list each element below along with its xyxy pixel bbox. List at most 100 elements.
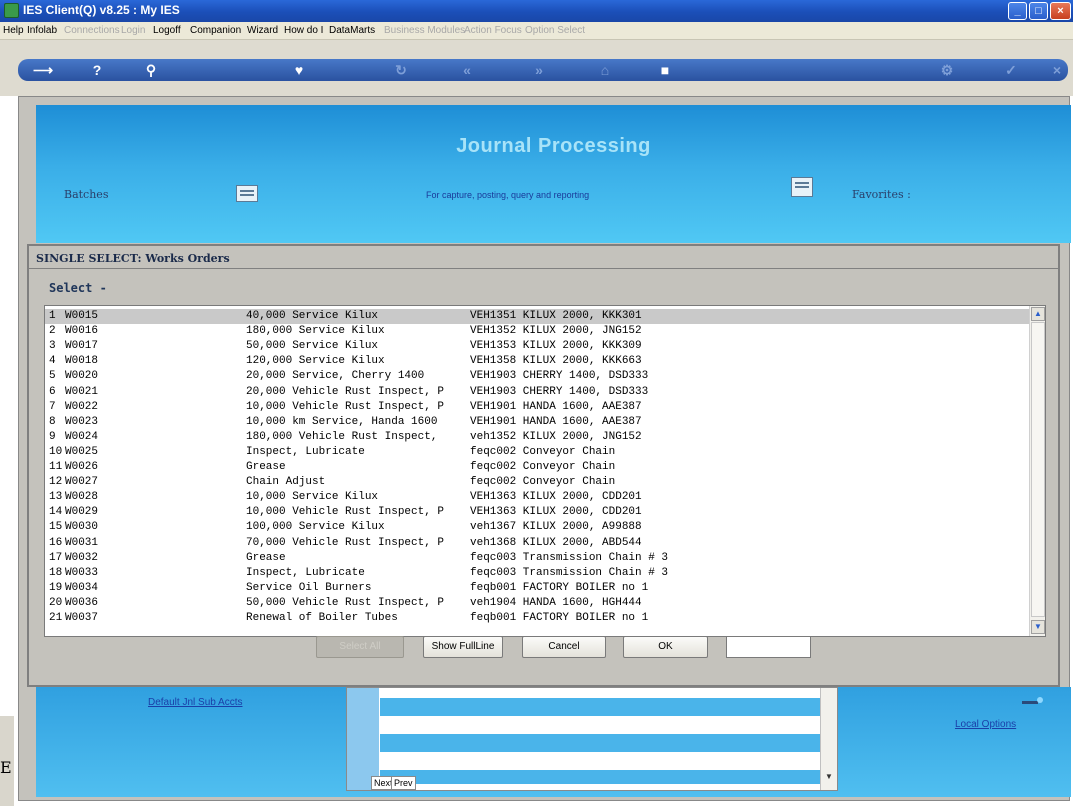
toolbar: ⟶ ? ⚲ ♥ ↻ « » ⌂ ■ ⚙ ✓ × (0, 40, 1073, 96)
works-orders-list[interactable]: 1 W0015 40,000 Service Kilux VEH1351 KILUX … (44, 305, 1046, 637)
title-bar: IES Client(Q) v8.25 : My IES _ □ × (0, 0, 1073, 22)
row-description: Inspect, Lubricate (246, 445, 365, 458)
search-icon[interactable]: ⚲ (142, 61, 160, 79)
list-item[interactable]: 14 W0029 10,000 Vehicle Rust Inspect, P VEH… (45, 505, 1030, 520)
menu-connections[interactable]: Connections (64, 25, 120, 36)
list-item[interactable]: 16 W0031 70,000 Vehicle Rust Inspect, P veh… (45, 536, 1030, 551)
row-description: 100,000 Service Kilux (246, 521, 385, 534)
select-all-button[interactable]: Select All (316, 636, 404, 658)
list-item[interactable]: 13 W0028 10,000 Service Kilux VEH1363 KILUX… (45, 490, 1030, 505)
default-jnl-sub-accts-link[interactable]: Default Jnl Sub Accts (148, 697, 243, 708)
list-item[interactable]: 9 W0024 180,000 Vehicle Rust Inspect, veh13… (45, 430, 1030, 445)
list-item[interactable]: 3 W0017 50,000 Service Kilux VEH1353 KILUX … (45, 339, 1030, 354)
row-description: 20,000 Vehicle Rust Inspect, P (246, 385, 445, 398)
row-description: 40,000 Service Kilux (246, 310, 379, 322)
row-number: 12 (49, 476, 63, 489)
row-reference: VEH1363 KILUX 2000, CDD201 (470, 491, 642, 504)
list-item[interactable]: 21 W0037 Renewal of Boiler Tubes feqb001 FA… (45, 611, 1030, 626)
local-options-icon[interactable] (1022, 696, 1044, 706)
list-item[interactable]: 12 W0027 Chain Adjust feqc002 Conveyor Chai… (45, 475, 1030, 490)
app-icon (4, 3, 19, 18)
list-item[interactable]: 6 W0021 20,000 Vehicle Rust Inspect, P VEH1… (45, 385, 1030, 400)
menu-action-focus[interactable]: Action Focus (464, 25, 522, 36)
grid-scrollbar[interactable]: ▼ (820, 688, 837, 790)
check-icon[interactable]: ✓ (1002, 61, 1020, 79)
back-icon[interactable]: « (458, 61, 476, 79)
list-item[interactable]: 2 W0016 180,000 Service Kilux VEH1352 KILUX… (45, 324, 1030, 339)
grid-left-column (347, 688, 379, 790)
row-number: 9 (49, 430, 56, 443)
forward-icon[interactable]: » (530, 61, 548, 79)
refresh-icon[interactable]: ↻ (392, 61, 410, 79)
menu-login[interactable]: Login (121, 25, 145, 36)
menu-how-do-i[interactable]: How do I (284, 25, 323, 36)
row-reference: feqb001 FACTORY BOILER no 1 (470, 612, 649, 624)
list-item[interactable]: 10 W0025 Inspect, Lubricate feqc002 Conveyo… (45, 445, 1030, 460)
row-reference: feqc003 Transmission Chain # 3 (470, 566, 669, 579)
prev-tag[interactable]: Prev (391, 776, 416, 790)
row-reference: feqc002 Conveyor Chain (470, 445, 616, 458)
list-item[interactable]: 11 W0026 Grease feqc002 Conveyor Chain (45, 460, 1030, 475)
menu-business-modules[interactable]: Business Modules (384, 25, 465, 36)
row-reference: VEH1358 KILUX 2000, KKK663 (470, 355, 642, 368)
row-code: W0030 (65, 521, 99, 534)
list-scrollbar[interactable]: ▲ ▼ (1029, 306, 1045, 636)
row-number: 2 (49, 325, 56, 338)
list-item[interactable]: 7 W0022 10,000 Vehicle Rust Inspect, P VEH1… (45, 400, 1030, 415)
home-icon[interactable]: ⌂ (596, 61, 614, 79)
list-item[interactable]: 19 W0034 Service Oil Burners feqb001 FACTOR… (45, 581, 1030, 596)
row-code: W0033 (65, 566, 99, 579)
scroll-thumb[interactable] (1031, 322, 1045, 617)
page-title: Journal Processing (456, 135, 651, 157)
sub-accounts-grid[interactable]: ▼ (346, 687, 838, 791)
list-item[interactable]: 15 W0030 100,000 Service Kilux veh1367 KILU… (45, 520, 1030, 535)
list-item[interactable]: 1 W0015 40,000 Service Kilux VEH1351 KILUX … (45, 309, 1030, 324)
scroll-down-icon[interactable]: ▼ (1031, 620, 1045, 634)
row-code: W0029 (65, 506, 99, 519)
row-reference: VEH1351 KILUX 2000, KKK301 (470, 310, 642, 322)
menu-infolab[interactable]: Infolab (27, 25, 57, 36)
favorites-label[interactable]: Favorites : (852, 188, 911, 201)
list-item[interactable]: 4 W0018 120,000 Service Kilux VEH1358 KILUX… (45, 354, 1030, 369)
value-input[interactable] (726, 636, 811, 658)
maximize-button[interactable]: □ (1029, 2, 1048, 20)
list-item[interactable]: 20 W0036 50,000 Vehicle Rust Inspect, P veh… (45, 596, 1030, 611)
settings-icon[interactable]: ⚙ (938, 61, 956, 79)
toolbar-close-icon[interactable]: × (1048, 61, 1066, 79)
scroll-up-icon[interactable]: ▲ (1031, 307, 1045, 321)
row-description: 180,000 Vehicle Rust Inspect, (246, 430, 438, 443)
menu-help[interactable]: Help (3, 25, 24, 36)
menu-datamarts[interactable]: DataMarts (329, 25, 375, 36)
batches-label[interactable]: Batches (64, 188, 108, 201)
window-title: IES Client(Q) v8.25 : My IES (23, 3, 180, 17)
help-icon[interactable]: ? (88, 61, 106, 79)
row-description: 70,000 Vehicle Rust Inspect, P (246, 536, 445, 549)
row-description: 180,000 Service Kilux (246, 325, 385, 338)
batches-doc-icon[interactable] (236, 185, 258, 202)
menu-wizard[interactable]: Wizard (247, 25, 278, 36)
grid-scroll-down-icon[interactable]: ▼ (822, 770, 836, 784)
minimize-button[interactable]: _ (1008, 2, 1027, 20)
row-code: W0025 (65, 445, 99, 458)
favorites-doc-icon[interactable] (791, 177, 813, 197)
row-number: 20 (49, 596, 63, 609)
list-item[interactable]: 5 W0020 20,000 Service, Cherry 1400 VEH1903… (45, 369, 1030, 384)
stop-icon[interactable]: ■ (656, 61, 674, 79)
heart-icon[interactable]: ♥ (290, 61, 308, 79)
local-options-link[interactable]: Local Options (955, 719, 1016, 730)
list-item[interactable]: 18 W0033 Inspect, Lubricate feqc003 Transmi… (45, 566, 1030, 581)
row-description: Grease (246, 551, 286, 564)
close-button[interactable]: × (1050, 2, 1071, 20)
row-number: 21 (49, 612, 63, 624)
list-item[interactable]: 8 W0023 10,000 km Service, Handa 1600 VEH19… (45, 415, 1030, 430)
cancel-button[interactable]: Cancel (522, 636, 606, 658)
row-code: W0034 (65, 581, 99, 594)
show-full-line-button[interactable]: Show FullLine (423, 636, 503, 658)
arrow-icon[interactable]: ⟶ (30, 61, 56, 79)
ok-button[interactable]: OK (623, 636, 708, 658)
menu-logoff[interactable]: Logoff (153, 25, 181, 36)
row-code: W0024 (65, 430, 99, 443)
menu-companion[interactable]: Companion (190, 25, 241, 36)
menu-option-select[interactable]: Option Select (525, 25, 585, 36)
list-item[interactable]: 17 W0032 Grease feqc003 Transmission Chain … (45, 551, 1030, 566)
